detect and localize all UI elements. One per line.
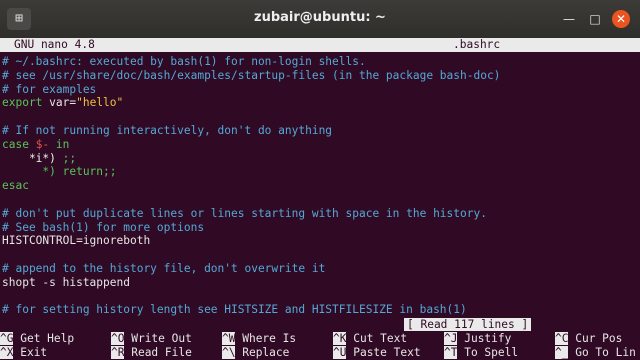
shortcut-label: Replace [235,346,290,359]
editor-line: # append to the history file, don't over… [2,262,325,276]
code-token: esac [2,179,29,193]
editor-line: # See bash(1) for more options [2,221,204,235]
editor-line: export var="hello" [2,96,123,110]
window-title: zubair@ubuntu: ~ [254,10,386,25]
nano-header: GNU nano 4.8 .bashrc [0,38,640,52]
code-token: $- [28,137,50,151]
shortcut-item[interactable]: ^J Justify [444,332,511,346]
shortcut-key: ^C [555,332,569,345]
editor-line: # for setting history length see HISTSIZ… [2,303,467,317]
code-token: in [49,137,70,151]
editor-line: # see /usr/share/doc/bash/examples/start… [2,69,500,83]
shortcut-key: ^R [111,346,125,359]
editor-line: HISTCONTROL=ignoreboth [2,234,150,248]
shortcut-key: ^W [222,332,236,345]
shortcut-key: ^U [333,346,347,359]
shortcut-label: Read File [124,346,192,359]
shortcut-label: Write Out [124,332,192,345]
code-token: # for examples [2,82,97,96]
shortcut-key: ^K [333,332,347,345]
terminal-area[interactable]: GNU nano 4.8 .bashrc # ~/.bashrc: execute… [0,38,640,360]
shortcut-label: Where Is [235,332,297,345]
shortcut-key: ^J [444,332,458,345]
code-token: # don't put duplicate lines or lines sta… [2,206,487,220]
shortcut-label: Cut Text [346,332,408,345]
shortcut-key: ^_ [555,346,569,359]
editor-line: *) return;; [2,165,117,179]
editor-line: *i*) ;; [2,152,76,166]
shortcut-item[interactable]: ^\ Replace [222,346,289,360]
shortcut-item[interactable]: ^C Cur Pos [555,332,622,346]
editor-line: esac [2,179,29,193]
code-token: shopt -s histappend [2,275,130,289]
editor-line: case $- in [2,138,69,152]
status-bar: [ Read 117 lines ] [404,318,532,331]
code-token: *i*) [2,151,56,165]
shortcut-label: Go To Lin [568,346,636,359]
shortcut-key: ^T [444,346,458,359]
code-token: *) return;; [2,165,117,179]
shortcut-item[interactable]: ^T To Spell [444,346,518,360]
nano-version: GNU nano 4.8 [14,38,95,51]
minimize-icon[interactable]: — [560,10,578,28]
code-token: HISTCONTROL=ignoreboth [2,234,151,248]
shortcut-label: Exit [13,346,48,359]
shortcut-item[interactable]: ^K Cut Text [333,332,407,346]
shortcut-key: ^G [0,332,14,345]
shortcut-label: To Spell [457,346,519,359]
shortcut-label: Get Help [13,332,75,345]
editor-line: # If not running interactively, don't do… [2,124,332,138]
shortcut-item[interactable]: ^_ Go To Lin [555,346,636,360]
code-token: ;; [55,151,77,165]
shortcut-key: ^\ [222,346,236,359]
shortcut-label: Cur Pos [568,332,623,345]
editor-line: # ~/.bashrc: executed by bash(1) for non… [2,55,366,69]
nano-filename: .bashrc [453,38,501,51]
shortcut-label: Justify [457,332,512,345]
code-token: "hello" [76,96,124,110]
editor-line: # for examples [2,83,96,97]
code-token: # for setting history length see HISTSIZ… [2,303,467,317]
code-token: export [2,96,43,110]
shortcut-item[interactable]: ^U Paste Text [333,346,421,360]
shortcut-item[interactable]: ^R Read File [111,346,192,360]
close-icon[interactable]: ✕ [612,10,630,28]
code-token: # see /usr/share/doc/bash/examples/start… [2,68,501,82]
code-token: case [2,137,29,151]
shortcut-item[interactable]: ^O Write Out [111,332,192,346]
code-token: # append to the history file, don't over… [2,262,326,275]
shortcut-item[interactable]: ^G Get Help [0,332,74,346]
editor-line: # don't put duplicate lines or lines sta… [2,207,487,221]
code-token: var= [42,96,77,110]
code-token: # ~/.bashrc: executed by bash(1) for non… [2,55,366,68]
shortcut-label: Paste Text [346,346,421,359]
maximize-icon[interactable]: □ [586,10,604,28]
shortcut-key: ^X [0,346,14,359]
window-titlebar: ⊞ zubair@ubuntu: ~ — □ ✕ [0,0,640,39]
shortcut-item[interactable]: ^W Where Is [222,332,296,346]
editor-line: shopt -s histappend [2,276,130,290]
code-token: # See bash(1) for more options [2,220,205,234]
code-token: # If not running interactively, don't do… [2,124,333,137]
shortcut-key: ^O [111,332,125,345]
shortcut-item[interactable]: ^X Exit [0,346,47,360]
